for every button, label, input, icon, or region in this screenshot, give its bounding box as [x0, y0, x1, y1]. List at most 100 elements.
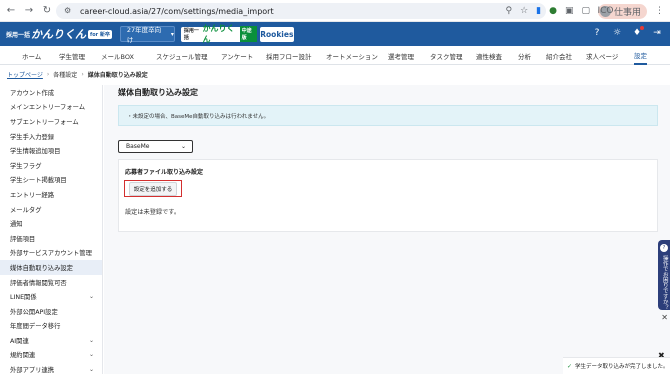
- help-icon[interactable]: ?: [592, 27, 602, 39]
- sidebar-item-terms[interactable]: 規約関連 ⌄: [0, 348, 102, 363]
- notification-dot: [640, 26, 644, 30]
- help-tab[interactable]: ? 操作でお困りですか？: [658, 240, 670, 310]
- chevron-down-icon: ⌄: [88, 336, 94, 344]
- extensions-puzzle-icon[interactable]: ▣: [565, 6, 574, 16]
- brand-logo-shinsotsu[interactable]: 採用一括 かんりくん for 新卒: [6, 27, 112, 41]
- sidebar-item-line[interactable]: LINE関係 ⌄: [0, 289, 102, 304]
- extension-icon[interactable]: ▮: [536, 6, 541, 16]
- menu-item-home[interactable]: ホーム: [22, 46, 41, 65]
- add-setting-button[interactable]: 設定を追加する: [128, 181, 178, 196]
- sidebar-item-manual-registration[interactable]: 学生手入力登録: [0, 129, 102, 144]
- address-bar[interactable]: ⚙ career-cloud.asia/27/com/settings/medi…: [56, 3, 546, 19]
- toast-message: 学生データ取り込みが完了しました。: [575, 364, 669, 370]
- forward-icon[interactable]: →: [22, 4, 36, 18]
- page-title: 媒体自動取り込み設定: [118, 88, 198, 97]
- menu-item-mailbox[interactable]: メールBOX: [101, 46, 134, 65]
- sidebar-item-external-apps[interactable]: 外部アプリ連携 ⌄: [0, 362, 102, 374]
- sidebar-item-media-import[interactable]: 媒体自動取り込み設定: [0, 260, 102, 275]
- sidebar-item-label: LINE関係: [10, 294, 37, 302]
- sidebar-item-account[interactable]: アカウント作成: [0, 85, 102, 100]
- toast-notification: ✓ 学生データ取り込みが完了しました。: [563, 357, 670, 374]
- sidebar-item-entry-route[interactable]: エントリー経路: [0, 187, 102, 202]
- site-info-icon[interactable]: ⚙: [64, 6, 74, 16]
- main-menu: ホーム 学生管理 メールBOX スケジュール管理 アンケート 採用フロー設計 オ…: [0, 46, 670, 65]
- chevron-down-icon: ▾: [170, 30, 174, 38]
- url-text: career-cloud.asia/27/com/settings/media_…: [80, 6, 274, 16]
- bookmark-star-icon[interactable]: ☆: [520, 6, 528, 16]
- empty-state-text: 設定は未登録です。: [125, 209, 181, 216]
- avatar: ICO: [597, 5, 614, 17]
- zoom-icon[interactable]: ⚲: [505, 6, 512, 16]
- question-icon: ?: [660, 244, 668, 252]
- browser-toolbar: ← → ↻ ⚙ career-cloud.asia/27/com/setting…: [0, 0, 670, 22]
- media-select-value: BaseMe: [126, 143, 150, 150]
- menu-item-jobpage[interactable]: 求人ページ: [586, 46, 618, 65]
- breadcrumb-current: 媒体自動取り込み設定: [87, 72, 148, 79]
- brand1-tag: for 新卒: [88, 29, 112, 39]
- brand2-name: かんりくん: [202, 24, 235, 44]
- brand-logo-chuto[interactable]: 採用一括 かんりくん 中途版: [180, 24, 257, 44]
- back-icon[interactable]: ←: [4, 4, 18, 18]
- sidebar-item-student-flags[interactable]: 学生フラグ: [0, 158, 102, 173]
- sidebar-item-mail-tags[interactable]: メールタグ: [0, 202, 102, 217]
- card-title: 応募者ファイル取り込み設定: [125, 169, 204, 176]
- sidebar-item-external-accounts[interactable]: 外部サービスアカウント管理: [0, 246, 102, 261]
- check-icon: ✓: [567, 362, 573, 370]
- bell-icon[interactable]: ♦: [632, 26, 644, 39]
- reload-icon[interactable]: ↻: [40, 4, 54, 18]
- chevron-down-icon: ⌄: [88, 293, 94, 301]
- chevron-right-icon: ›: [81, 71, 84, 78]
- menu-item-settings[interactable]: 設定: [634, 46, 647, 65]
- chevron-down-icon: ⌄: [88, 351, 94, 359]
- menu-item-schedule[interactable]: スケジュール管理: [156, 46, 208, 65]
- menu-item-aptitude[interactable]: 適性検査: [476, 46, 502, 65]
- import-settings-card: 応募者ファイル取り込み設定 設定を追加する 設定は未登録です。: [118, 159, 658, 232]
- help-tab-label: 操作でお困りですか？: [661, 255, 668, 310]
- chevron-right-icon: ›: [46, 71, 50, 78]
- brand2-prefix: 採用一括: [183, 28, 199, 41]
- sidebar-item-label: 外部アプリ連携: [10, 367, 55, 374]
- menu-item-students[interactable]: 学生管理: [59, 46, 85, 65]
- year-select[interactable]: 27年度卒向け ▾: [119, 26, 175, 44]
- sidebar-item-ai[interactable]: AI関連 ⌄: [0, 333, 102, 348]
- breadcrumb-top[interactable]: トップページ: [7, 70, 43, 79]
- sidebar-item-notifications[interactable]: 通知: [0, 216, 102, 231]
- settings-sidebar: アカウント作成 メインエントリーフォーム サブエントリーフォーム 学生手入力登録…: [0, 85, 103, 374]
- menu-item-flow[interactable]: 採用フロー設計: [266, 46, 312, 65]
- brand-logo-rookies[interactable]: Rookies: [259, 26, 294, 42]
- logout-icon[interactable]: ⇥: [652, 27, 662, 39]
- breadcrumb-settings[interactable]: 各種設定: [53, 70, 77, 79]
- browser-menu-icon[interactable]: ⋮: [655, 6, 664, 16]
- sidebar-item-evaluator-visibility[interactable]: 評価者情報閲覧可否: [0, 275, 102, 290]
- menu-item-analytics[interactable]: 分析: [518, 46, 531, 65]
- sidebar-item-evaluation[interactable]: 評価項目: [0, 231, 102, 246]
- extension-frog-icon[interactable]: ●: [549, 6, 557, 16]
- year-select-value: 27年度卒向け: [126, 26, 162, 44]
- brand1-prefix: 採用一括: [6, 31, 31, 39]
- chevron-down-icon: ⌄: [180, 143, 186, 150]
- sidebar-item-year-migration[interactable]: 年度間データ移行: [0, 319, 102, 334]
- profile-label: 仕事用: [613, 7, 641, 18]
- brand1-name: かんりくん: [31, 28, 87, 41]
- sidebar-item-sub-entry-form[interactable]: サブエントリーフォーム: [0, 114, 102, 129]
- sidebar-item-student-sheet[interactable]: 学生シート掲載項目: [0, 173, 102, 188]
- profile-chip[interactable]: ICO 仕事用: [597, 3, 647, 19]
- sidebar-item-label: AI関連: [10, 337, 29, 345]
- sidepanel-icon[interactable]: ▢: [581, 6, 590, 16]
- sidebar-item-public-api[interactable]: 外部公開API設定: [0, 304, 102, 319]
- menu-item-agencies[interactable]: 紹介会社: [546, 46, 572, 65]
- breadcrumb: トップページ › 各種設定 › 媒体自動取り込み設定: [7, 70, 148, 79]
- media-select[interactable]: BaseMe ⌄: [118, 140, 193, 153]
- help-tab-close-icon[interactable]: ✕: [661, 313, 668, 322]
- sidebar-item-main-entry-form[interactable]: メインエントリーフォーム: [0, 100, 102, 115]
- menu-item-survey[interactable]: アンケート: [221, 46, 253, 65]
- chevron-down-icon: ⌄: [88, 366, 94, 374]
- support-icon[interactable]: ☼: [612, 27, 622, 39]
- sidebar-item-student-extra-fields[interactable]: 学生情報追加項目: [0, 143, 102, 158]
- app-header: 採用一括 かんりくん for 新卒 27年度卒向け ▾ 採用一括 かんりくん 中…: [0, 22, 670, 46]
- menu-item-tasks[interactable]: タスク管理: [430, 46, 463, 65]
- menu-item-automation[interactable]: オートメーション: [326, 46, 378, 65]
- add-setting-button-highlight: 設定を追加する: [124, 180, 182, 197]
- menu-item-selection[interactable]: 選考管理: [388, 46, 414, 65]
- brand2-tag: 中途版: [239, 26, 257, 42]
